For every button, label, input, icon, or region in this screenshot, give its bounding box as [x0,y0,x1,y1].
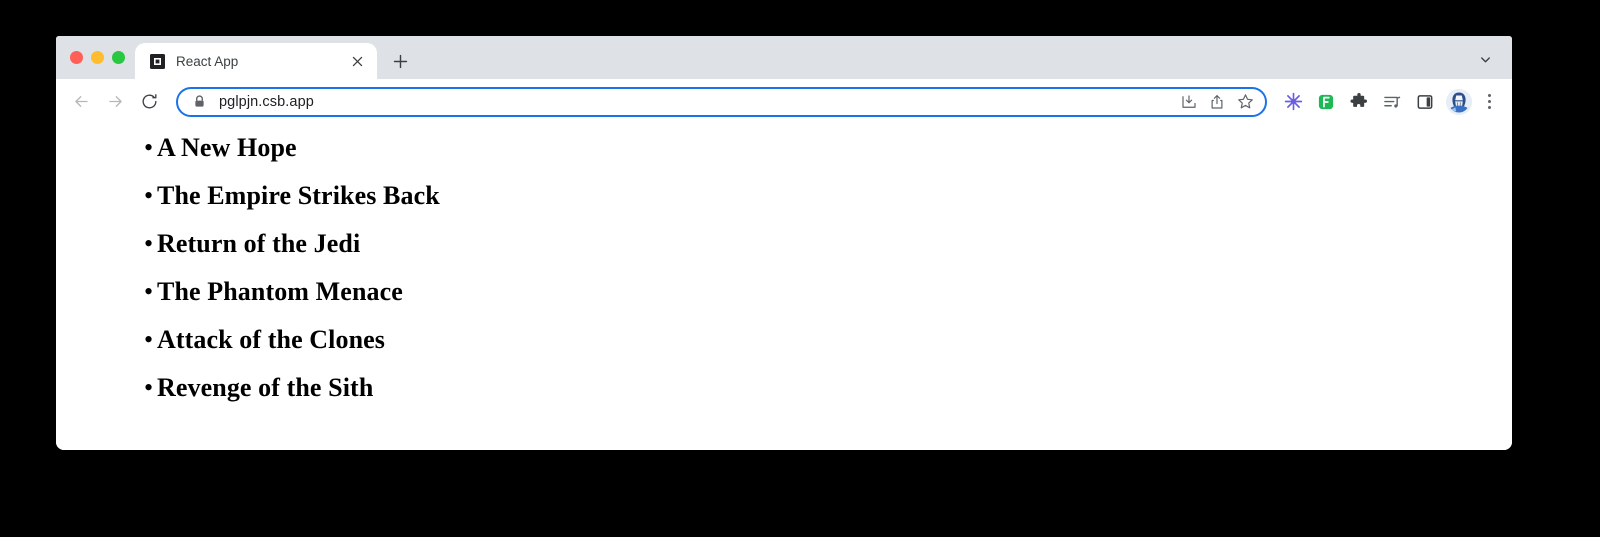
forward-arrow-icon[interactable] [98,85,132,119]
list-bullet: • [144,325,154,354]
lock-icon[interactable] [192,94,207,109]
list-bullet: • [144,181,154,210]
window-traffic-lights [64,36,135,79]
media-playlist-icon[interactable] [1377,87,1407,117]
list-bullet: • [144,277,154,306]
address-bar-url-text[interactable]: pglpjn.csb.app [219,94,1175,110]
f-badge-extension-icon[interactable] [1311,87,1341,117]
new-tab-button[interactable] [383,43,417,79]
list-bullet: • [144,133,154,162]
list-bullet: • [144,373,154,402]
tab-close-button[interactable] [347,51,367,71]
list-item-label: Return of the Jedi [157,229,361,258]
window-close-button[interactable] [70,51,83,64]
list-item-label: The Empire Strikes Back [157,181,440,210]
puzzle-extensions-icon[interactable] [1344,87,1374,117]
browser-tab-react-app[interactable]: React App [135,43,377,79]
install-app-icon[interactable] [1175,88,1203,116]
page-viewport: • A New Hope • The Empire Strikes Back •… [56,124,1512,450]
list-item: • Revenge of the Sith [56,364,1512,412]
browser-toolbar: pglpjn.csb.app [56,79,1512,124]
list-item: • Return of the Jedi [56,220,1512,268]
menu-dot [1487,100,1491,103]
tab-search-chevron-down-icon[interactable] [1472,46,1498,72]
browser-window: React App pglpjn.csb.app • A New Hope • … [56,36,1512,450]
list-item: • Attack of the Clones [56,316,1512,364]
share-icon[interactable] [1203,88,1231,116]
tab-strip: React App [56,36,1512,79]
star-wars-film-list: • A New Hope • The Empire Strikes Back •… [56,124,1512,412]
nested-square-icon [149,53,166,70]
list-bullet: • [144,229,154,258]
window-minimize-button[interactable] [91,51,104,64]
list-item: • A New Hope [56,124,1512,172]
bookmark-star-icon[interactable] [1231,88,1259,116]
list-item: • The Phantom Menace [56,268,1512,316]
list-item-label: Attack of the Clones [157,325,386,354]
tab-title: React App [176,53,239,69]
menu-dot [1487,106,1491,109]
list-item-label: A New Hope [157,133,297,162]
reload-icon[interactable] [132,85,166,119]
user-avatar[interactable] [1446,88,1472,115]
list-item-label: The Phantom Menace [157,277,403,306]
window-maximize-button[interactable] [112,51,125,64]
address-bar[interactable]: pglpjn.csb.app [176,86,1267,117]
menu-dot [1487,94,1491,97]
three-dot-menu-icon[interactable] [1476,87,1502,117]
list-item: • The Empire Strikes Back [56,172,1512,220]
asterisk-extension-icon[interactable] [1278,87,1308,117]
side-panel-icon[interactable] [1410,87,1440,117]
list-item-label: Revenge of the Sith [157,373,374,402]
back-arrow-icon[interactable] [64,85,98,119]
